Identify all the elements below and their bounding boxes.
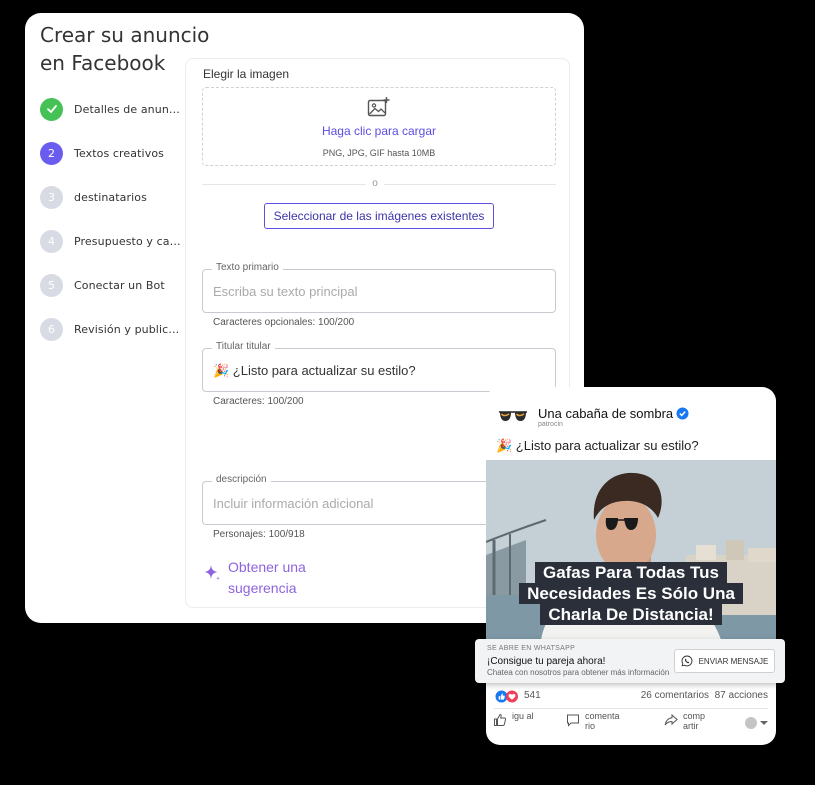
overlay-line: Necesidades Es Sólo Una	[519, 583, 743, 604]
step-number: 4	[40, 229, 63, 253]
step-label: Presupuesto y cale..	[74, 234, 182, 248]
shares-count: 87 acciones	[714, 690, 768, 701]
steps-list: Detalles de anuncios 2 Textos creativos …	[40, 87, 185, 351]
check-icon	[40, 97, 63, 121]
step-budget[interactable]: 4 Presupuesto y cale..	[40, 219, 185, 263]
image-overlay-text: Gafas Para Todas Tus Necesidades Es Sólo…	[496, 562, 766, 625]
comment-button[interactable]: comenta rio	[566, 711, 621, 731]
sunglasses-avatar-icon	[499, 411, 527, 421]
cta-headline: ¡Consigue tu pareja ahora!	[487, 656, 606, 667]
step-audience[interactable]: 3 destinatarios	[40, 175, 185, 219]
profile-dot-icon	[745, 717, 757, 729]
field-legend: descripción	[212, 474, 271, 485]
sparkle-icon	[204, 565, 221, 581]
field-legend: Texto primario	[212, 262, 283, 273]
send-message-label: ENVIAR MENSAJE	[698, 656, 769, 666]
step-review-publish[interactable]: 6 Revisión y publicac..	[40, 307, 185, 351]
step-label: Detalles de anuncios	[74, 102, 182, 116]
step-connect-bot[interactable]: 5 Conectar un Bot	[40, 263, 185, 307]
field-legend: Titular titular	[212, 341, 275, 352]
primary-text-help: Caracteres opcionales: 100/200	[213, 317, 355, 328]
reactions-icon	[495, 690, 518, 703]
send-message-button[interactable]: ENVIAR MENSAJE	[674, 649, 775, 673]
comments-shares[interactable]: 26 comentarios 87 acciones	[641, 690, 768, 701]
share-button[interactable]: comp artir	[664, 711, 719, 731]
step-ad-details[interactable]: Detalles de anuncios	[40, 87, 185, 131]
field-placeholder: Escriba su texto principal	[213, 284, 358, 299]
step-label: Textos creativos	[74, 146, 164, 160]
overlay-line: Gafas Para Todas Tus	[534, 562, 728, 583]
step-label: Conectar un Bot	[74, 278, 165, 292]
comment-icon	[567, 714, 579, 727]
field-placeholder: Incluir información adicional	[213, 496, 374, 511]
suggestion-label: Obtener una sugerencia	[228, 559, 306, 596]
select-existing-images-button[interactable]: Seleccionar de las imágenes existentes	[264, 203, 494, 229]
image-upload-dropzone[interactable]: Haga clic para cargar PNG, JPG, GIF hast…	[202, 87, 556, 166]
step-label: destinatarios	[74, 190, 147, 204]
comments-count: 26 comentarios	[640, 690, 710, 701]
get-suggestion-button[interactable]: Obtener una sugerencia	[202, 557, 338, 599]
field-value: 🎉 ¿Listo para actualizar su estilo?	[213, 363, 416, 378]
ad-preview-card: Una cabaña de sombra patrocin 🎉 ¿Listo p…	[486, 387, 776, 745]
step-creative-texts[interactable]: 2 Textos creativos	[40, 131, 185, 175]
engagement-stats: 541 26 comentarios 87 acciones	[486, 687, 776, 707]
sponsored-label: patrocin	[538, 421, 563, 428]
likes-count[interactable]: 541	[524, 690, 541, 701]
step-number: 3	[40, 185, 63, 209]
upload-link[interactable]: Haga clic para cargar	[203, 124, 555, 138]
upload-hint: PNG, JPG, GIF hasta 10MB	[322, 148, 436, 158]
verified-badge-icon	[676, 407, 689, 420]
step-label: Revisión y publicac..	[74, 322, 182, 336]
page-name[interactable]: Una cabaña de sombra	[538, 406, 689, 421]
comment-label: comenta rio	[585, 711, 620, 731]
step-number: 5	[40, 273, 63, 297]
audience-selector[interactable]	[745, 717, 768, 729]
image-add-icon	[367, 97, 390, 117]
step-number: 2	[40, 141, 63, 165]
post-actions: igu al comenta rio comp artir	[486, 711, 776, 733]
headline-input[interactable]: Titular titular 🎉 ¿Listo para actualizar…	[202, 341, 556, 392]
whatsapp-opens-label: SE ABRE EN WHATSAPP	[487, 645, 576, 652]
like-label: igu al	[512, 711, 534, 721]
ad-image[interactable]: Gafas Para Todas Tus Necesidades Es Sólo…	[486, 460, 776, 640]
post-caption: 🎉 ¿Listo para actualizar su estilo?	[496, 438, 699, 453]
like-button[interactable]: igu al	[493, 711, 548, 731]
image-section-label: Elegir la imagen	[203, 67, 290, 81]
caret-down-icon	[760, 721, 768, 725]
primary-text-input[interactable]: Texto primario Escriba su texto principa…	[202, 262, 556, 313]
whatsapp-cta-bar: SE ABRE EN WHATSAPP ¡Consigue tu pareja …	[475, 639, 785, 683]
page-name-text: Una cabaña de sombra	[538, 406, 674, 421]
description-help: Personajes: 100/918	[213, 529, 305, 540]
share-label: comp artir	[683, 711, 706, 731]
headline-help: Caracteres: 100/200	[213, 396, 304, 407]
cta-description: Chatea con nosotros para obtener más inf…	[487, 668, 670, 677]
overlay-line: Charla De Distancia!	[540, 604, 722, 625]
share-icon	[664, 713, 678, 726]
step-number: 6	[40, 317, 63, 341]
divider-text: o	[366, 178, 384, 189]
whatsapp-icon	[681, 655, 693, 667]
divider	[494, 708, 768, 709]
thumbs-up-icon	[494, 713, 507, 726]
